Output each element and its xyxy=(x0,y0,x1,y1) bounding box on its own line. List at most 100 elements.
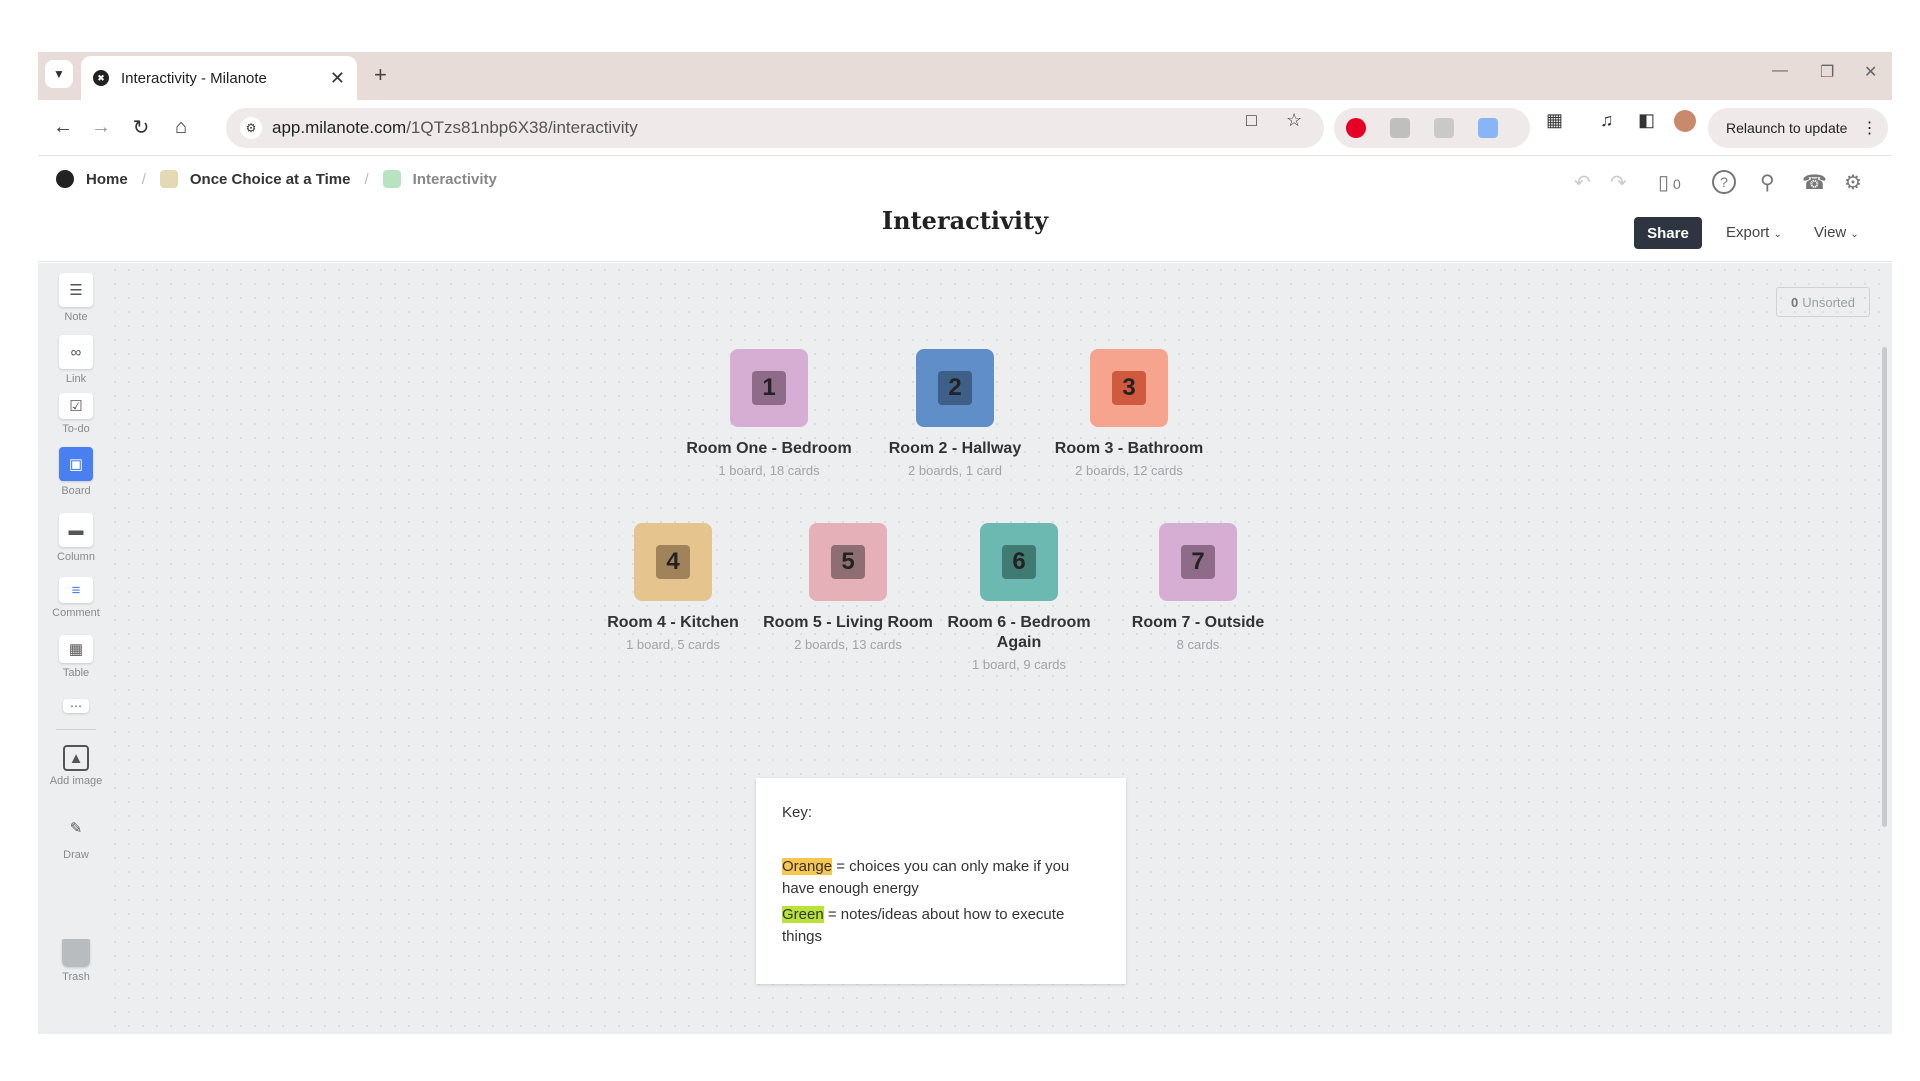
sidebar-divider xyxy=(56,729,96,730)
site-info-icon[interactable]: ⚙ xyxy=(240,117,262,139)
relaunch-button[interactable]: Relaunch to update ⋮ xyxy=(1708,108,1888,148)
draw-pencil-icon: ✎ xyxy=(69,820,83,837)
board-card[interactable]: 4 Room 4 - Kitchen 1 board, 5 cards xyxy=(583,523,763,652)
bookmark-star-icon[interactable]: ☆ xyxy=(1286,110,1302,131)
notifications-bell-icon[interactable]: ☎ xyxy=(1802,170,1827,195)
restore-icon[interactable]: ❐ xyxy=(1820,62,1834,82)
tool-draw[interactable]: ✎ Draw xyxy=(38,811,114,861)
key-heading: Key: xyxy=(782,804,813,821)
tool-link[interactable]: ∞ Link xyxy=(38,335,114,385)
board-color-icon xyxy=(382,170,401,188)
board-tile: 3 xyxy=(1090,349,1168,427)
install-app-icon[interactable]: □ xyxy=(1246,110,1257,131)
forward-icon[interactable]: → xyxy=(88,114,114,140)
side-panel-icon[interactable]: ◧ xyxy=(1638,110,1655,131)
tab-strip: ▼ ✖ Interactivity - Milanote ✕ + — ❐ ✕ xyxy=(38,52,1892,100)
home-icon[interactable]: ⌂ xyxy=(168,114,194,140)
share-button[interactable]: Share xyxy=(1634,217,1702,249)
relaunch-label: Relaunch to update xyxy=(1726,120,1848,136)
key-note-card[interactable]: Key: Orange = choices you can only make … xyxy=(756,778,1126,984)
tool-column[interactable]: ▬ Column xyxy=(38,513,114,563)
breadcrumb-parent-label: Once Choice at a Time xyxy=(189,170,351,188)
tab-search-button[interactable]: ▼ xyxy=(45,60,73,88)
board-tile: 2 xyxy=(916,349,994,427)
close-tab-icon[interactable]: ✕ xyxy=(330,68,345,89)
chevron-down-icon: ⌄ xyxy=(1773,229,1782,240)
board-card[interactable]: 2 Room 2 - Hallway 2 boards, 1 card xyxy=(865,349,1045,478)
profile-avatar[interactable] xyxy=(1674,110,1696,132)
board-color-icon xyxy=(159,170,178,188)
board-number-badge: 1 xyxy=(752,371,786,405)
green-highlight: Green xyxy=(782,906,824,923)
breadcrumb-current[interactable]: Interactivity xyxy=(382,170,497,188)
pinterest-extension-icon[interactable] xyxy=(1346,118,1366,138)
breadcrumb-parent[interactable]: Once Choice at a Time xyxy=(159,170,351,188)
board-number-badge: 6 xyxy=(1002,545,1036,579)
board-card[interactable]: 7 Room 7 - Outside 8 cards xyxy=(1108,523,1288,652)
milanote-logo-icon xyxy=(56,170,74,188)
board-meta: 2 boards, 12 cards xyxy=(1075,463,1183,478)
board-card[interactable]: 1 Room One - Bedroom 1 board, 18 cards xyxy=(679,349,859,478)
new-tab-icon[interactable]: + xyxy=(374,62,387,88)
canvas-scrollbar[interactable] xyxy=(1882,347,1887,827)
board-icon: ▣ xyxy=(59,447,93,481)
tool-trash[interactable]: Trash xyxy=(38,939,114,983)
unsorted-button[interactable]: 0 Unsorted xyxy=(1776,287,1870,317)
view-menu[interactable]: View ⌄ xyxy=(1814,224,1859,241)
tool-todo[interactable]: ☑ To-do xyxy=(38,393,114,435)
board-card[interactable]: 3 Room 3 - Bathroom 2 boards, 12 cards xyxy=(1039,349,1219,478)
board-meta: 2 boards, 13 cards xyxy=(794,637,902,652)
board-name: Room 2 - Hallway xyxy=(888,440,1022,457)
device-icon[interactable]: ▯ 0 xyxy=(1658,170,1681,195)
redo-icon[interactable]: ↷ xyxy=(1610,170,1627,195)
breadcrumb-home-label: Home xyxy=(86,170,128,188)
board-number-badge: 2 xyxy=(938,371,972,405)
chevron-down-icon: ▼ xyxy=(53,67,65,81)
board-tile: 1 xyxy=(730,349,808,427)
board-tile: 6 xyxy=(980,523,1058,601)
browser-tab[interactable]: ✖ Interactivity - Milanote ✕ xyxy=(81,56,357,100)
more-menu-icon[interactable]: ⋮ xyxy=(1861,118,1877,138)
extension-icon[interactable] xyxy=(1390,118,1410,138)
tools-sidebar: ☰ Note ∞ Link ☑ To-do ▣ Board ▬ Column ≡… xyxy=(38,263,114,1034)
board-meta: 1 board, 5 cards xyxy=(626,637,720,652)
address-bar[interactable]: ⚙ app.milanote.com/1QTzs81nbp6X38/intera… xyxy=(226,108,1324,148)
export-menu[interactable]: Export ⌄ xyxy=(1726,224,1782,241)
orange-highlight: Orange xyxy=(782,858,833,875)
board-card[interactable]: 5 Room 5 - Living Room 2 boards, 13 card… xyxy=(758,523,938,652)
board-name: Room 5 - Living Room xyxy=(763,614,933,631)
help-icon[interactable]: ? xyxy=(1712,170,1736,194)
board-card[interactable]: 6 Room 6 - Bedroom Again 1 board, 9 card… xyxy=(944,523,1094,672)
tool-table[interactable]: ▦ Table xyxy=(38,635,114,679)
tool-note[interactable]: ☰ Note xyxy=(38,273,114,323)
extension-icon[interactable] xyxy=(1434,118,1454,138)
tool-more[interactable]: ⋯ xyxy=(38,699,114,713)
page-title: Interactivity xyxy=(881,206,1049,235)
breadcrumb-home[interactable]: Home xyxy=(56,170,128,188)
board-tile: 7 xyxy=(1159,523,1237,601)
board-canvas[interactable]: ☰ Note ∞ Link ☑ To-do ▣ Board ▬ Column ≡… xyxy=(38,263,1892,1034)
window-close-icon[interactable]: ✕ xyxy=(1864,62,1877,82)
todo-icon: ☑ xyxy=(59,393,93,419)
tool-comment[interactable]: ≡ Comment xyxy=(38,577,114,619)
docs-extension-icon[interactable] xyxy=(1478,118,1498,138)
minimize-icon[interactable]: — xyxy=(1772,62,1788,80)
extensions-puzzle-icon[interactable]: ▦ xyxy=(1546,110,1563,131)
breadcrumb-separator: / xyxy=(364,170,369,188)
key-green-line: Green = notes/ideas about how to execute… xyxy=(782,906,1065,945)
tool-add-image[interactable]: ▲ Add image xyxy=(38,745,114,787)
board-meta: 1 board, 18 cards xyxy=(718,463,820,478)
search-icon[interactable]: ⚲ xyxy=(1760,170,1775,195)
media-controls-icon[interactable]: ♫ xyxy=(1600,110,1614,131)
link-icon: ∞ xyxy=(59,335,93,369)
breadcrumb: Home / Once Choice at a Time / Interacti… xyxy=(56,170,497,188)
settings-gear-icon[interactable]: ⚙ xyxy=(1844,170,1862,195)
board-number-badge: 4 xyxy=(656,545,690,579)
tool-board[interactable]: ▣ Board xyxy=(38,447,114,497)
back-icon[interactable]: ← xyxy=(50,114,76,140)
extensions-group xyxy=(1334,108,1530,148)
app-header: Home / Once Choice at a Time / Interacti… xyxy=(38,156,1892,262)
reload-icon[interactable]: ↻ xyxy=(128,114,154,140)
browser-toolbar: ← → ↻ ⌂ ⚙ app.milanote.com/1QTzs81nbp6X3… xyxy=(38,100,1892,156)
undo-icon[interactable]: ↶ xyxy=(1574,170,1591,195)
